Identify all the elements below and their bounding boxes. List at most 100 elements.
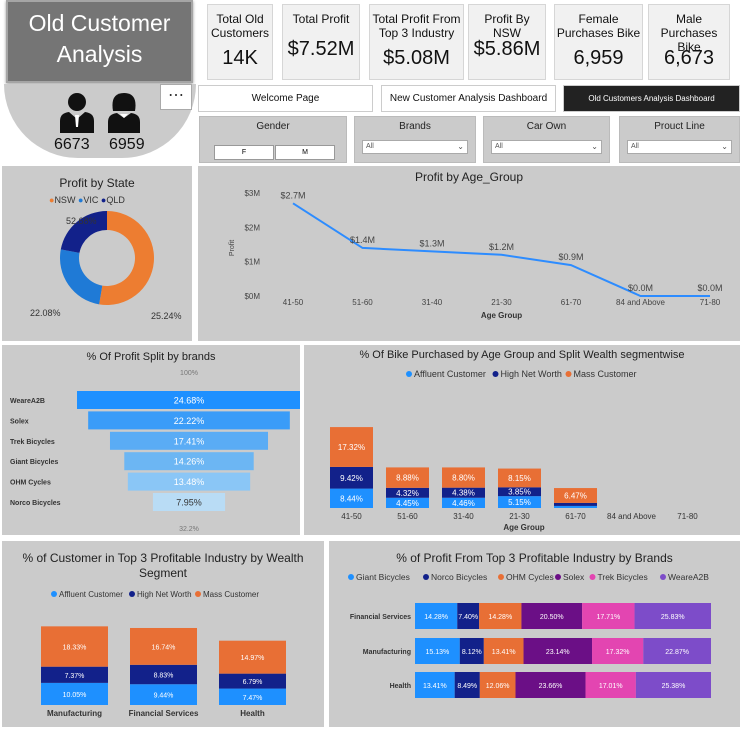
- stack-segment[interactable]: [554, 505, 597, 508]
- kpi-top3-industry-profit: Total Profit From Top 3 Industry $5.08M: [369, 4, 464, 80]
- male-count: 6673: [54, 136, 90, 153]
- chevron-down-icon: ⌄: [591, 142, 598, 151]
- segment-value-label: 4.45%: [396, 499, 419, 508]
- legend-label: High Net Worth: [501, 369, 562, 379]
- slicer-title: Prouct Line: [654, 121, 705, 132]
- segment-value-label: 8.15%: [508, 474, 531, 483]
- y-tick-label: $0M: [244, 292, 260, 301]
- legend-dot: [589, 574, 596, 580]
- x-tick-label: 21-30: [509, 512, 530, 521]
- chevron-down-icon: ⌄: [457, 142, 464, 151]
- product-line-dropdown[interactable]: All ⌄: [627, 140, 732, 154]
- profit-by-age-panel: Profit by Age_Group $0M $1M $2M $3M Profit $2…: [198, 166, 740, 341]
- segment-value-label: 13.41%: [492, 649, 516, 656]
- gender-option-f[interactable]: F: [214, 145, 274, 160]
- segment-value-label: 4.32%: [396, 489, 419, 498]
- x-tick-label: 41-50: [283, 298, 304, 307]
- category-label: Health: [390, 683, 411, 690]
- segment-value-label: 7.40%: [458, 614, 478, 621]
- kpi-profit-nsw: Profit By NSW $5.86M: [468, 4, 546, 80]
- x-tick-label: 84 and Above: [616, 298, 665, 307]
- legend-dot: [51, 591, 57, 597]
- segment-value-label: 8.44%: [340, 494, 363, 503]
- new-customer-dashboard-button[interactable]: New Customer Analysis Dashboard: [381, 85, 556, 112]
- x-tick-label: 71-80: [677, 512, 698, 521]
- segment-value-label: 22.87%: [665, 649, 689, 656]
- segment-value-label: 9.44%: [154, 693, 174, 700]
- bar-value-label: 13.48%: [174, 477, 205, 487]
- legend-label: Affluent Customer: [414, 369, 486, 379]
- segment-value-label: 4.38%: [452, 489, 475, 498]
- x-tick-label: 31-40: [453, 512, 474, 521]
- brands-slicer: Brands All ⌄: [354, 116, 476, 163]
- legend-dot: [348, 574, 354, 580]
- kpi-value: 6,959: [573, 47, 624, 69]
- segment-value-label: 6.79%: [243, 679, 263, 686]
- segment-value-label: 8.88%: [396, 474, 419, 483]
- segment-value-label: 23.66%: [539, 683, 563, 690]
- y-axis-label: Profit: [229, 240, 236, 256]
- legend-label: Affluent Customer: [59, 590, 123, 599]
- x-tick-label: 21-30: [491, 298, 512, 307]
- legend-label: Trek Bicycles: [598, 572, 648, 582]
- slicer-title: Brands: [399, 121, 431, 132]
- x-tick-label: 61-70: [561, 298, 582, 307]
- profit-by-state-panel: Profit by State ●NSW ●VIC ●QLD 52.68% 25…: [2, 166, 192, 341]
- male-user-icon: [60, 93, 94, 133]
- brands-dropdown[interactable]: All ⌄: [362, 140, 468, 154]
- category-label: WeareA2B: [10, 398, 45, 405]
- data-label: $1.3M: [419, 238, 444, 248]
- legend-label: Mass Customer: [203, 590, 259, 599]
- horizontal-stacked-bar-chart: Giant Bicycles Norco Bicycles OHM Cycles So…: [348, 572, 711, 698]
- kpi-value: $7.52M: [287, 38, 355, 60]
- stacked-bar-chart: Affluent Customer High Net Worth Mass Cust…: [41, 590, 286, 718]
- segment-value-label: 7.47%: [243, 695, 263, 702]
- donut-slice-nsw[interactable]: [99, 211, 154, 305]
- bike-purchased-age-panel: % Of Bike Purchased by Age Group and Spl…: [304, 345, 740, 535]
- segment-value-label: 17.32%: [338, 443, 365, 452]
- category-label: Financial Services: [350, 614, 411, 621]
- segment-value-label: 23.14%: [546, 649, 570, 656]
- slice-label-nsw: 52.68%: [66, 216, 97, 226]
- x-tick-label: 84 and Above: [607, 512, 656, 521]
- kpi-label: Total Profit: [292, 12, 350, 26]
- x-tick-label: 51-60: [397, 512, 418, 521]
- kpi-total-old-customers: Total Old Customers 14K: [207, 4, 273, 80]
- kpi-label: Female Purchases Bike: [556, 12, 641, 40]
- data-label: $0.0M: [628, 283, 653, 293]
- legend-label: Giant Bicycles: [356, 572, 410, 582]
- female-user-icon: [108, 93, 140, 133]
- x-axis-label: Age Group: [481, 311, 522, 320]
- segment-value-label: 20.50%: [540, 614, 564, 621]
- welcome-page-button[interactable]: Welcome Page: [198, 85, 373, 112]
- category-label: OHM Cycles: [10, 480, 51, 487]
- profit-split-brands-panel: % Of Profit Split by brands 100% 24.68% We…: [2, 345, 300, 535]
- gender-option-m[interactable]: M: [275, 145, 335, 160]
- dropdown-value: All: [495, 143, 503, 150]
- kpi-label: Profit By NSW: [484, 12, 530, 40]
- segment-value-label: 17.71%: [596, 614, 620, 621]
- category-label: Norco Bicycles: [10, 500, 61, 507]
- more-options-icon[interactable]: ⋯: [160, 84, 192, 110]
- car-own-dropdown[interactable]: All ⌄: [491, 140, 602, 154]
- kpi-value: $5.08M: [383, 47, 450, 69]
- kpi-value: 6,673: [663, 47, 715, 69]
- data-label: $0.9M: [558, 252, 583, 262]
- x-tick-label: 31-40: [422, 298, 443, 307]
- bar-value-label: 14.26%: [174, 457, 205, 467]
- funnel-bottom-label: 32.2%: [179, 526, 199, 533]
- segment-value-label: 25.83%: [661, 614, 685, 621]
- segment-value-label: 15.13%: [426, 649, 450, 656]
- old-customer-dashboard-button[interactable]: Old Customers Analysis Dashboard: [563, 85, 740, 112]
- segment-value-label: 7.37%: [65, 673, 85, 680]
- stack-segment[interactable]: [554, 502, 597, 506]
- car-own-slicer: Car Own All ⌄: [483, 116, 610, 163]
- kpi-label: Total Old Customers: [210, 12, 269, 40]
- category-label: Manufacturing: [363, 649, 411, 656]
- segment-value-label: 18.33%: [63, 645, 87, 652]
- segment-value-label: 8.80%: [452, 474, 475, 483]
- y-tick-label: $2M: [244, 223, 260, 232]
- segment-value-label: 17.01%: [599, 683, 623, 690]
- x-tick-label: Manufacturing: [47, 709, 102, 718]
- donut-slice-vic[interactable]: [60, 249, 103, 305]
